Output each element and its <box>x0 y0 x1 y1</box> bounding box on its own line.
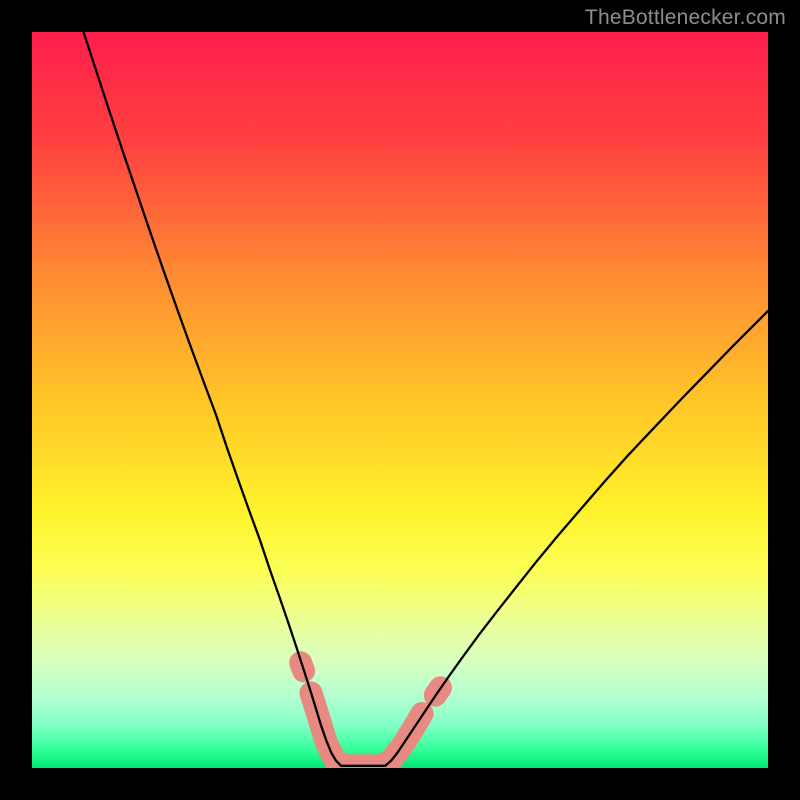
plot-area <box>32 32 768 768</box>
chart-curves <box>32 32 768 768</box>
pink-segments <box>311 693 422 766</box>
chart-frame: TheBottlenecker.com <box>0 0 800 800</box>
watermark-text: TheBottlenecker.com <box>585 6 786 30</box>
